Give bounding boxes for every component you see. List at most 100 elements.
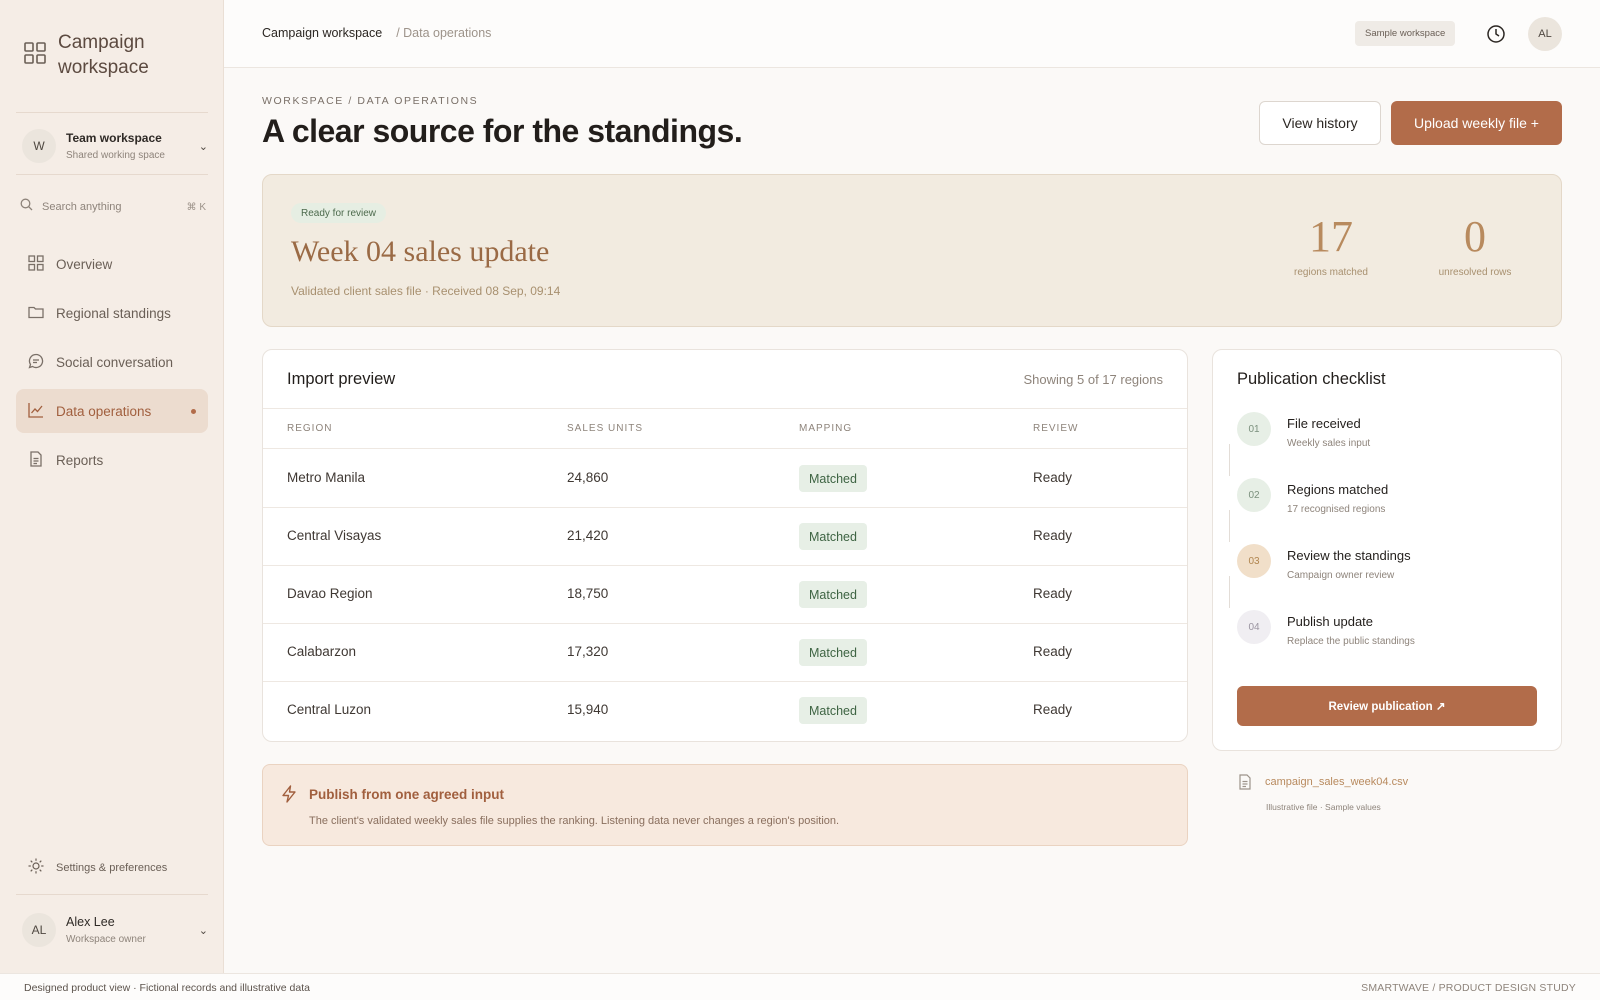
week-summary-banner: Ready for review Week 04 sales update Va… [262,174,1562,327]
review-cell: Ready [1033,470,1073,485]
step-title: File received [1287,416,1361,431]
publication-checklist-card: Publication checklist 01 File received W… [1212,349,1562,751]
status-badge: Matched [799,581,867,608]
sidebar-item-overview[interactable]: Overview [16,242,208,286]
workspace-avatar: W [22,129,56,163]
lightning-icon [281,785,297,808]
page-title: A clear source for the standings. [262,113,743,149]
sun-icon [28,858,44,877]
sidebar-item-reports[interactable]: Reports [16,438,208,482]
review-cell: Ready [1033,702,1073,717]
sidebar-item-label: Overview [56,256,113,272]
review-cell: Ready [1033,644,1073,659]
divider [16,174,208,175]
step-number: 03 [1237,544,1271,578]
divider [16,894,208,895]
breadcrumb-current: / Data operations [396,26,492,40]
step-subtitle: Campaign owner review [1287,570,1395,581]
table-row[interactable]: Central Visayas 21,420 Matched Ready [263,508,1187,566]
stat-value: 0 [1464,212,1486,261]
region-cell: Central Luzon [287,702,372,717]
stat-regions-matched: 17 regions matched [1291,212,1371,279]
search-shortcut: ⌘ K [186,201,206,213]
file-meta: Illustrative file · Sample values [1266,802,1381,812]
sidebar-item-regional-standings[interactable]: Regional standings [16,291,208,335]
user-role: Workspace owner [66,934,146,945]
status-badge: Matched [799,639,867,666]
stat-label: regions matched [1294,267,1368,278]
avatar[interactable]: AL [1528,17,1562,51]
workspace-title: Team workspace [66,131,162,145]
workspace-switcher[interactable]: W Team workspace Shared working space ⌄ [22,126,208,166]
settings-link[interactable]: Settings & preferences [28,858,167,877]
checklist-step-publish-update: 04 Publish update Replace the public sta… [1237,610,1537,662]
step-title: Publish update [1287,614,1374,629]
divider [16,112,208,113]
sidebar-item-data-operations[interactable]: Data operations [16,389,208,433]
region-cell: Davao Region [287,586,373,601]
step-title: Review the standings [1287,548,1411,563]
user-name: Alex Lee [66,915,115,929]
brand[interactable]: Campaign workspace [24,30,188,80]
folder-icon [28,304,44,323]
import-preview-card: Import preview Showing 5 of 17 regions R… [262,349,1188,742]
breadcrumb-root[interactable]: Campaign workspace [262,26,382,40]
review-publication-button[interactable]: Review publication ↗ [1237,686,1537,726]
status-badge: Matched [799,523,867,550]
topbar: Campaign workspace / Data operations Samp… [224,0,1600,68]
status-badge: Ready for review [291,203,387,223]
chat-icon [28,353,44,372]
chart-icon [28,402,44,421]
sidebar-item-label: Data operations [56,403,152,419]
table-row[interactable]: Davao Region 18,750 Matched Ready [263,566,1187,624]
review-cell: Ready [1033,528,1073,543]
sidebar-nav: Overview Regional standings Social conve… [16,242,208,487]
checklist-step-regions-matched: 02 Regions matched 17 recognised regions [1237,478,1537,530]
view-history-button[interactable]: View history [1259,101,1381,145]
chevron-down-icon: ⌄ [198,140,208,153]
user-menu[interactable]: AL Alex Lee Workspace owner ⌄ [22,912,208,948]
card-title: Import preview [287,370,396,388]
file-name-link[interactable]: campaign_sales_week04.csv [1265,776,1408,788]
region-cell: Central Visayas [287,528,382,543]
column-header-mapping: MAPPING [799,423,853,434]
card-title: Publication checklist [1237,370,1386,388]
publish-note: Publish from one agreed input The client… [262,764,1188,846]
upload-weekly-file-button[interactable]: Upload weekly file + [1391,101,1562,145]
workspace-pill: Sample workspace [1355,21,1456,46]
table-row[interactable]: Central Luzon 15,940 Matched Ready [263,682,1187,740]
region-cell: Metro Manila [287,470,366,485]
stat-label: unresolved rows [1438,267,1512,278]
review-cell: Ready [1033,586,1073,601]
stat-value: 17 [1309,212,1353,261]
settings-label: Settings & preferences [56,861,168,874]
table-row[interactable]: Metro Manila 24,860 Matched Ready [263,450,1187,508]
column-header-region: REGION [287,423,333,434]
sidebar-item-label: Social conversation [56,354,174,370]
note-title: Publish from one agreed input [309,787,505,802]
step-subtitle: Replace the public standings [1287,636,1415,647]
search-placeholder: Search anything [42,201,122,213]
step-connector [1229,510,1230,542]
step-title: Regions matched [1287,482,1389,497]
avatar: AL [22,913,56,947]
units-cell: 15,940 [567,702,609,717]
checklist-step-review-standings: 03 Review the standings Campaign owner r… [1237,544,1537,596]
units-cell: 18,750 [567,586,609,601]
step-subtitle: 17 recognised regions [1287,504,1386,515]
step-subtitle: Weekly sales input [1287,438,1371,449]
table-row[interactable]: Calabarzon 17,320 Matched Ready [263,624,1187,682]
step-number: 02 [1237,478,1271,512]
clock-icon[interactable] [1486,24,1506,49]
sidebar-item-label: Regional standings [56,305,171,321]
grid-icon [28,254,44,274]
step-connector [1229,444,1230,476]
search-input[interactable]: Search anything ⌘ K [20,198,206,216]
active-dot [191,408,196,414]
brand-name: Campaign workspace [58,32,149,78]
status-badge: Matched [799,697,867,724]
sidebar-item-social-conversation[interactable]: Social conversation [16,340,208,384]
document-icon [28,450,44,470]
step-number: 01 [1237,412,1271,446]
workspace-subtitle: Shared working space [66,150,165,161]
